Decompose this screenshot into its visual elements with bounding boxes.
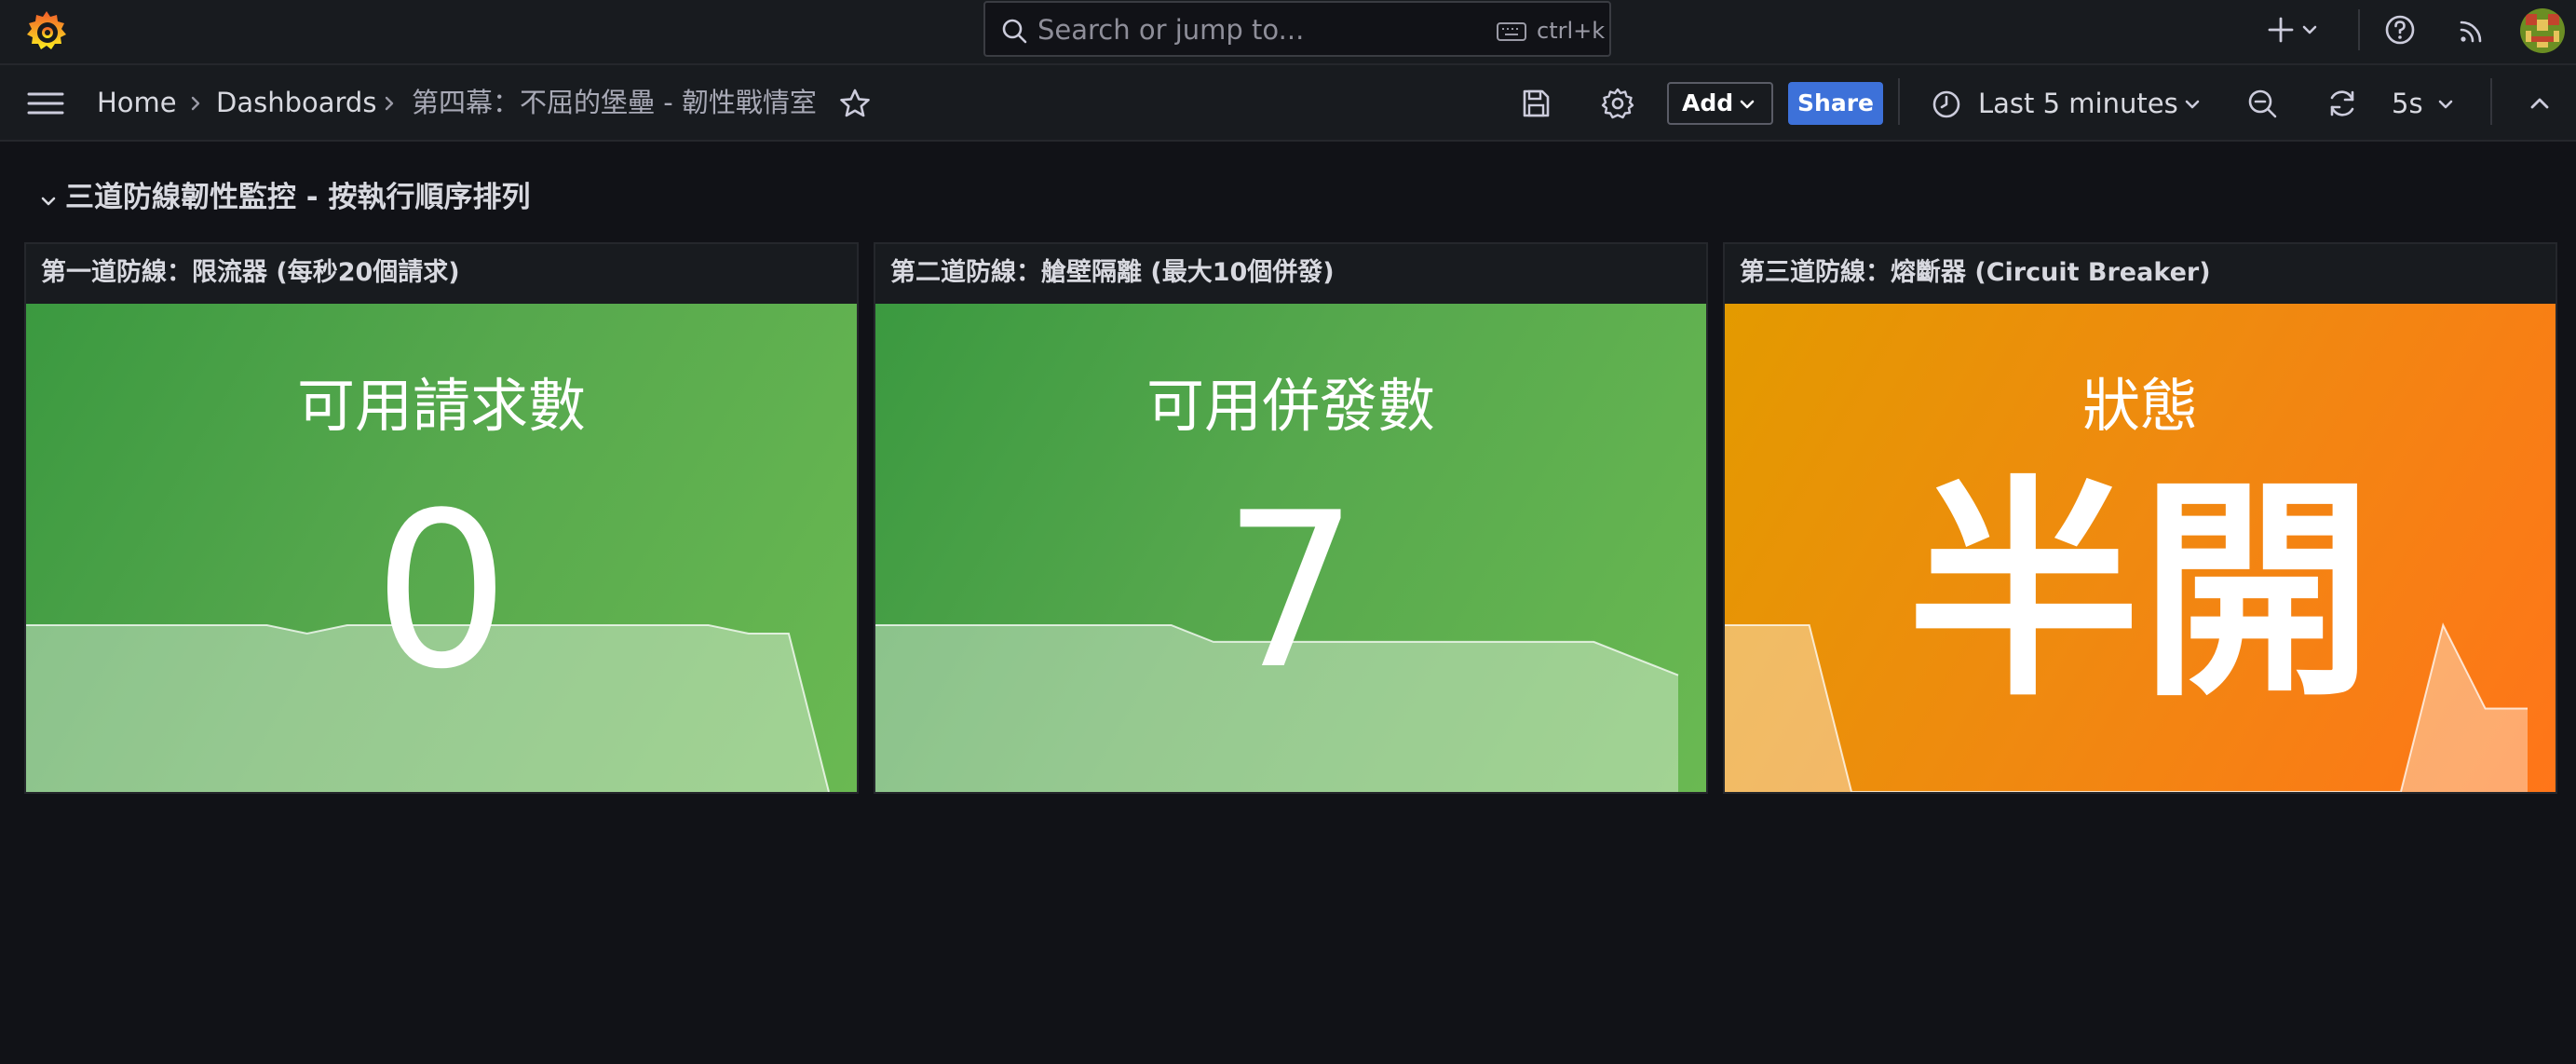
star-icon — [840, 89, 870, 117]
time-range-picker[interactable]: Last 5 minutes — [1926, 80, 2217, 127]
stat-label: 可用併發數 — [1146, 372, 1435, 440]
add-button[interactable]: Add — [1667, 82, 1773, 125]
help-button[interactable] — [2382, 12, 2418, 48]
news-button[interactable] — [2455, 12, 2490, 48]
chevron-right-icon — [385, 96, 394, 111]
help-icon — [2385, 15, 2415, 45]
chevron-up-icon — [2530, 98, 2549, 109]
row-title: 三道防線韌性監控 - 按執行順序排列 — [65, 181, 531, 214]
toolbar-divider — [2490, 78, 2492, 125]
refresh-interval-label: 5s — [2392, 88, 2423, 119]
share-button[interactable]: Share — [1788, 82, 1883, 125]
breadcrumb-current-dashboard: 第四幕：不屈的堡壘 - 韌性戰情室 — [412, 87, 817, 118]
chevron-right-icon — [191, 96, 200, 111]
gear-icon — [1601, 88, 1634, 119]
panel-title[interactable]: 第一道防線：限流器 (每秒20個請求) — [41, 257, 460, 289]
chevron-down-icon — [41, 197, 56, 206]
stat-label: 狀態 — [2081, 372, 2198, 440]
dashboard-nav-bar: Home Dashboards 第四幕：不屈的堡壘 - 韌性戰情室 Add Sh… — [0, 65, 2576, 142]
breadcrumb-home[interactable]: Home — [97, 84, 177, 121]
refresh-button[interactable] — [2325, 86, 2360, 121]
hamburger-icon — [27, 92, 64, 115]
search-icon — [1002, 19, 1027, 44]
chevron-down-icon — [1740, 100, 1755, 109]
collapse-toolbar-button[interactable] — [2522, 86, 2557, 121]
stat-panel-body: 可用請求數 0 — [26, 304, 857, 792]
top-bar: Search or jump to... ctrl+k — [0, 0, 2576, 65]
refresh-interval-picker[interactable]: 5s — [2380, 80, 2464, 127]
grafana-logo-icon[interactable] — [22, 7, 71, 56]
stat-value: 0 — [373, 468, 510, 716]
user-avatar[interactable] — [2520, 8, 2565, 53]
panel-circuit-breaker[interactable]: 第三道防線：熔斷器 (Circuit Breaker) 狀態 半開 — [1723, 242, 2557, 794]
panel-title[interactable]: 第二道防線：艙壁隔離 (最大10個併發) — [890, 257, 1335, 289]
panel-title[interactable]: 第三道防線：熔斷器 (Circuit Breaker) — [1740, 257, 2211, 289]
time-range-label: Last 5 minutes — [1978, 88, 2178, 119]
search-bar[interactable]: Search or jump to... ctrl+k — [983, 1, 1611, 57]
search-placeholder: Search or jump to... — [1037, 14, 1305, 46]
stat-value: 半開 — [1907, 457, 2373, 728]
panel-bulkhead[interactable]: 第二道防線：艙壁隔離 (最大10個併發) 可用併發數 7 — [874, 242, 1708, 794]
save-dashboard-button[interactable] — [1518, 86, 1553, 121]
clock-icon — [1932, 90, 1960, 118]
zoom-out-icon — [2248, 89, 2277, 118]
stat-label: 可用請求數 — [296, 372, 586, 440]
save-icon — [1523, 89, 1550, 117]
stat-value: 7 — [1222, 468, 1360, 716]
plus-icon — [2268, 17, 2317, 43]
rss-icon — [2460, 20, 2482, 43]
favorite-button[interactable] — [836, 86, 874, 123]
topbar-divider — [2358, 9, 2360, 50]
menu-toggle-button[interactable] — [26, 84, 65, 123]
new-menu-button[interactable] — [2267, 12, 2326, 48]
breadcrumb-dashboards[interactable]: Dashboards — [216, 84, 376, 121]
stat-panel-body: 可用併發數 7 — [875, 304, 1706, 792]
dashboard-settings-button[interactable] — [1600, 86, 1635, 121]
toolbar-divider — [1898, 78, 1900, 125]
stat-panel-body: 狀態 半開 — [1725, 304, 2556, 792]
chevron-down-icon — [2185, 100, 2200, 109]
search-shortcut: ctrl+k — [1537, 18, 1606, 44]
panel-rate-limiter[interactable]: 第一道防線：限流器 (每秒20個請求) 可用請求數 0 — [24, 242, 859, 794]
refresh-icon — [2330, 90, 2354, 116]
zoom-out-button[interactable] — [2244, 86, 2280, 121]
chevron-down-icon — [2438, 100, 2453, 109]
keyboard-icon — [1497, 22, 1526, 41]
add-button-label: Add — [1682, 89, 1734, 116]
